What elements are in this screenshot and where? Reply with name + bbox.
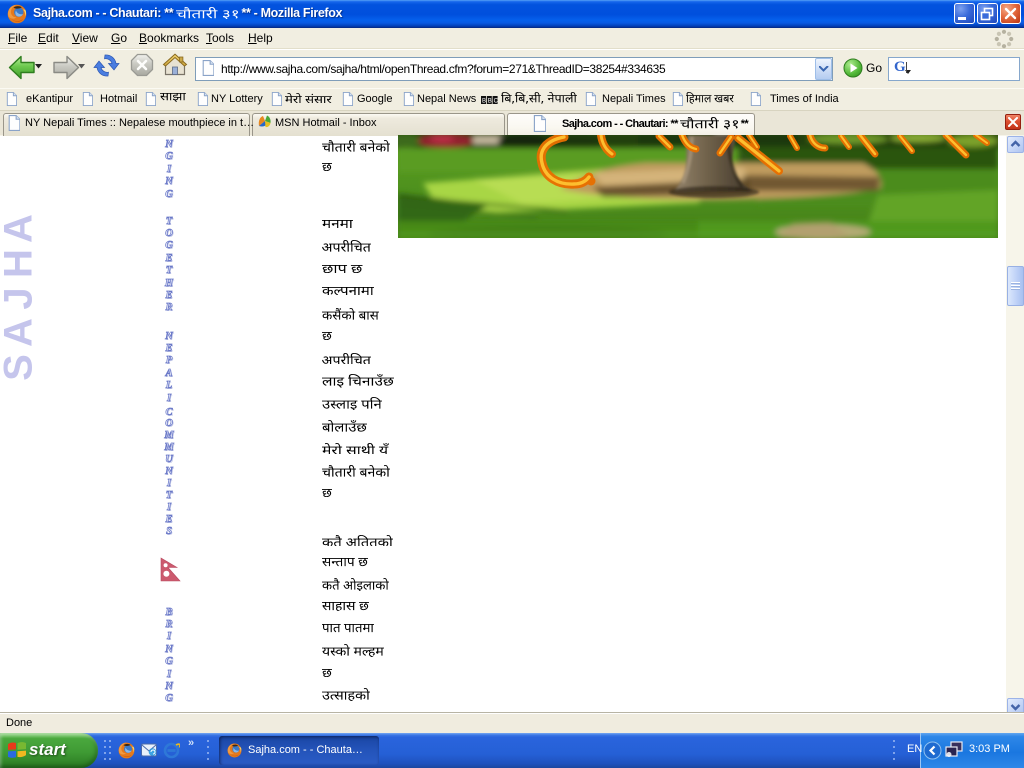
svg-text:C: C (494, 99, 498, 105)
svg-text:B: B (488, 99, 492, 105)
svg-text:B: B (482, 99, 486, 105)
